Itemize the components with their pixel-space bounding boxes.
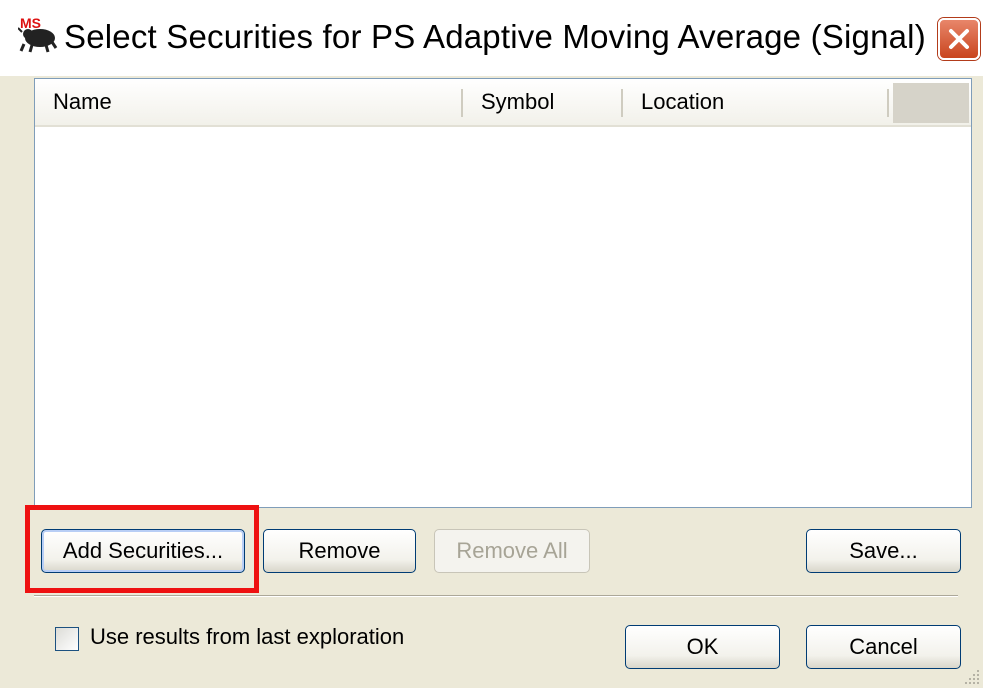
column-header-symbol[interactable]: Symbol [463,79,621,125]
highlight-annotation [25,505,259,593]
column-header-filler [893,83,969,123]
resize-grip-icon[interactable] [961,666,981,686]
title-bar[interactable]: MS Select Securities for PS Adaptive Mov… [0,0,983,76]
select-securities-dialog: MS Select Securities for PS Adaptive Mov… [0,0,983,688]
use-results-label[interactable]: Use results from last exploration [90,624,404,650]
divider [34,595,958,597]
list-body[interactable] [35,127,971,507]
remove-all-button[interactable]: Remove All [434,529,590,573]
column-divider[interactable] [887,89,889,117]
cancel-button[interactable]: Cancel [806,625,961,669]
svg-text:MS: MS [20,15,41,31]
list-header: Name Symbol Location [35,79,971,127]
close-icon [949,29,969,49]
column-header-name[interactable]: Name [35,79,461,125]
window-title: Select Securities for PS Adaptive Moving… [64,18,926,55]
remove-button[interactable]: Remove [263,529,416,573]
securities-list[interactable]: Name Symbol Location [34,78,972,508]
column-header-location[interactable]: Location [623,79,887,125]
ok-button[interactable]: OK [625,625,780,669]
metastock-logo-icon: MS [18,15,58,53]
save-button[interactable]: Save... [806,529,961,573]
use-results-checkbox[interactable] [55,627,79,651]
close-button[interactable] [938,18,980,60]
